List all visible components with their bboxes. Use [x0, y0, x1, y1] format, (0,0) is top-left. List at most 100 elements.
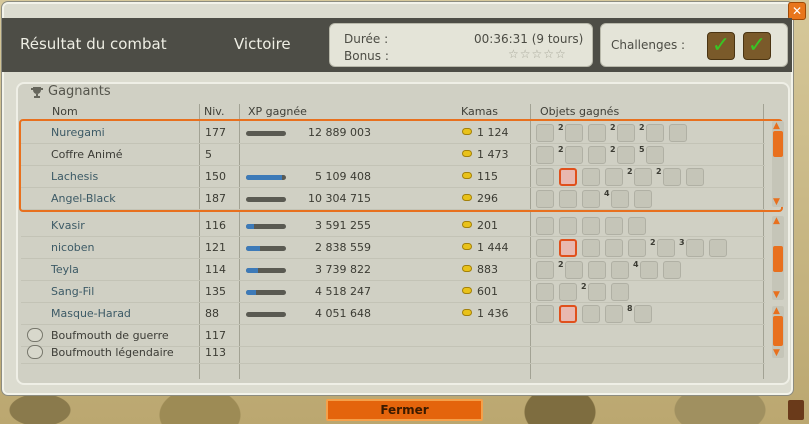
table-row[interactable]: Sang-Fil 135 4 518 247 601 2 — [21, 281, 765, 303]
hat-icon[interactable] — [536, 261, 554, 279]
bonus-stars: ☆☆☆☆☆ — [508, 47, 567, 61]
amulet-icon[interactable] — [657, 239, 675, 257]
wing-icon[interactable] — [582, 239, 600, 257]
table-row[interactable]: Boufmouth légendaire 113 — [21, 342, 765, 364]
amulet-icon[interactable] — [611, 261, 629, 279]
coin-icon[interactable] — [565, 261, 583, 279]
duration-value: 00:36:31 (9 tours) — [474, 32, 584, 46]
scroll-down-icon[interactable]: ▼ — [773, 349, 780, 358]
row-kamas: 201 — [477, 219, 498, 232]
row-name[interactable]: Masque-Harad — [51, 307, 131, 320]
flask-icon[interactable] — [640, 261, 658, 279]
scroll-up-icon[interactable]: ▲ — [773, 217, 780, 226]
ring-icon[interactable] — [605, 305, 623, 323]
flask-icon[interactable] — [628, 217, 646, 235]
team-group — [19, 119, 783, 212]
kamas-icon — [462, 309, 472, 316]
hat-icon[interactable] — [582, 305, 600, 323]
hat-icon[interactable] — [536, 239, 554, 257]
scroll-up-icon[interactable]: ▲ — [773, 307, 780, 316]
xp-progress-bar — [246, 290, 286, 295]
boot-icon[interactable] — [628, 239, 646, 257]
boot-icon[interactable] — [588, 261, 606, 279]
kamas-icon — [462, 221, 472, 228]
table-row[interactable]: Teyla 114 3 739 822 883 2 4 — [21, 259, 765, 281]
duration-label: Durée : — [344, 32, 389, 46]
team-scrollbar[interactable]: ▲ ▼ — [772, 306, 784, 358]
xp-progress-fill — [246, 246, 260, 251]
row-name[interactable]: Sang-Fil — [51, 285, 94, 298]
row-name[interactable]: Kvasir — [51, 219, 85, 232]
row-level: 121 — [205, 241, 226, 254]
team-scrollbar[interactable]: ▲ ▼ — [772, 121, 784, 207]
col-xp[interactable]: XP gagnée — [248, 105, 307, 118]
ring-icon[interactable] — [709, 239, 727, 257]
hat-icon[interactable] — [536, 217, 554, 235]
scroll-up-icon[interactable]: ▲ — [773, 122, 780, 131]
table-row[interactable]: Kvasir 116 3 591 255 201 — [21, 215, 765, 237]
item-quantity: 8 — [627, 304, 633, 313]
card-icon[interactable] — [559, 239, 577, 257]
hat-icon[interactable] — [536, 283, 554, 301]
close-button[interactable]: Fermer — [326, 399, 483, 421]
item-quantity: 4 — [633, 260, 639, 269]
scroll-thumb[interactable] — [773, 131, 783, 157]
kamas-icon — [462, 243, 472, 250]
hat-icon[interactable] — [536, 305, 554, 323]
table-row[interactable]: Masque-Harad 88 4 051 648 1 436 8 — [21, 303, 765, 325]
scroll-thumb[interactable] — [773, 316, 783, 346]
window-title: Résultat du combat — [20, 35, 167, 53]
bonus-label: Bonus : — [344, 49, 389, 63]
row-name[interactable]: Boufmouth de guerre — [51, 329, 169, 342]
challenge-check-icon[interactable]: ✓ — [707, 32, 735, 60]
flask-icon[interactable] — [686, 239, 704, 257]
hat-icon[interactable] — [605, 239, 623, 257]
card-icon[interactable] — [559, 305, 577, 323]
scroll-thumb[interactable] — [773, 246, 783, 272]
row-xp: 3 591 255 — [315, 219, 371, 232]
kamas-icon — [462, 265, 472, 272]
exit-door-icon[interactable] — [788, 400, 804, 420]
row-name[interactable]: nicoben — [51, 241, 95, 254]
col-items[interactable]: Objets gagnés — [540, 105, 619, 118]
row-xp: 4 518 247 — [315, 285, 371, 298]
hat-icon[interactable] — [559, 217, 577, 235]
row-kamas: 1 436 — [477, 307, 509, 320]
leaf-icon[interactable] — [634, 305, 652, 323]
row-kamas: 601 — [477, 285, 498, 298]
combat-result: Victoire — [234, 35, 291, 53]
col-name[interactable]: Nom — [52, 105, 78, 118]
row-level: 116 — [205, 219, 226, 232]
scroll-down-icon[interactable]: ▼ — [773, 198, 780, 207]
amulet-icon[interactable] — [605, 217, 623, 235]
row-kamas: 883 — [477, 263, 498, 276]
item-quantity: 2 — [558, 260, 564, 269]
team-scrollbar[interactable]: ▲ ▼ — [772, 216, 784, 300]
pick-icon[interactable] — [611, 283, 629, 301]
xp-progress-fill — [246, 290, 256, 295]
pick-icon[interactable] — [663, 261, 681, 279]
coin-icon[interactable] — [559, 283, 577, 301]
kamas-icon — [462, 287, 472, 294]
row-name[interactable]: Teyla — [51, 263, 79, 276]
col-level[interactable]: Niv. — [204, 105, 224, 118]
skull-icon — [27, 345, 43, 359]
boot-icon[interactable] — [582, 217, 600, 235]
amulet-icon[interactable] — [588, 283, 606, 301]
row-name[interactable]: Boufmouth légendaire — [51, 346, 174, 359]
col-kamas[interactable]: Kamas — [461, 105, 498, 118]
challenges-box: Challenges : ✓ ✓ — [600, 23, 788, 67]
xp-progress-fill — [246, 268, 258, 273]
winners-title: Gagnants — [48, 84, 111, 99]
item-quantity: 2 — [581, 282, 587, 291]
challenges-label: Challenges : — [611, 38, 686, 52]
item-quantity: 2 — [650, 238, 656, 247]
xp-progress-bar — [246, 246, 286, 251]
row-xp: 3 739 822 — [315, 263, 371, 276]
scroll-down-icon[interactable]: ▼ — [773, 291, 780, 300]
challenge-check-icon[interactable]: ✓ — [743, 32, 771, 60]
row-level: 135 — [205, 285, 226, 298]
xp-progress-bar — [246, 268, 286, 273]
xp-progress-bar — [246, 312, 286, 317]
table-row[interactable]: nicoben 121 2 838 559 1 444 2 3 — [21, 237, 765, 259]
